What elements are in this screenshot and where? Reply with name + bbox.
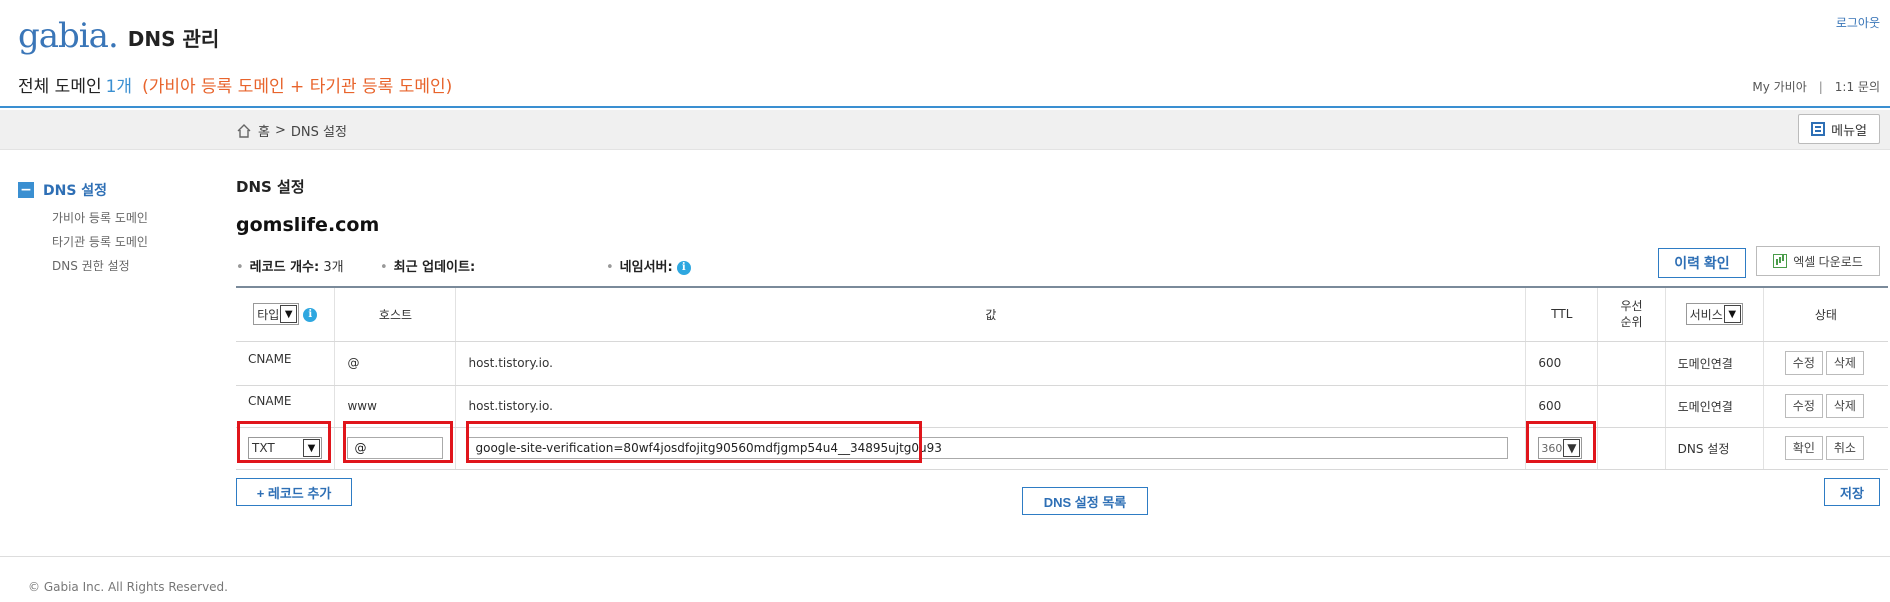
- breadcrumb-current: DNS 설정: [290, 125, 347, 140]
- domain-name: gomslife.com: [236, 214, 380, 236]
- highlight-value: [466, 421, 922, 463]
- sidebar-item-dns-permissions[interactable]: DNS 권한 설정: [52, 254, 148, 278]
- highlight-ttl: [1526, 421, 1596, 463]
- table-header-row: 타입 ▼ i 호스트 값 TTL 우선 순위 서비스 ▼ 상태: [236, 287, 1888, 342]
- record-count: 3개: [323, 260, 344, 275]
- service-filter-select[interactable]: 서비스 ▼: [1685, 303, 1743, 326]
- logout-link[interactable]: 로그아웃: [1836, 14, 1880, 31]
- col-ttl: TTL: [1525, 287, 1598, 342]
- domain-summary: 전체 도메인 1개 (가비아 등록 도메인 + 타기관 등록 도메인): [18, 77, 453, 97]
- my-gabia-link[interactable]: My 가비아: [1752, 80, 1806, 94]
- inquiry-link[interactable]: 1:1 문의: [1835, 80, 1880, 94]
- chevron-down-icon: ▼: [280, 305, 298, 324]
- sidebar-item-other-domains[interactable]: 타기관 등록 도메인: [52, 230, 148, 254]
- type-filter-select[interactable]: 타입 ▼: [253, 303, 300, 326]
- document-icon: [1811, 122, 1826, 136]
- chart-icon: [1773, 254, 1788, 268]
- info-icon[interactable]: i: [303, 308, 318, 323]
- sidebar-head-dns[interactable]: − DNS 설정: [18, 180, 107, 200]
- breadcrumb-bar: 홈 > DNS 설정 메뉴얼: [0, 110, 1890, 150]
- copyright: © Gabia Inc. All Rights Reserved.: [28, 580, 228, 594]
- col-host: 호스트: [334, 287, 456, 342]
- breadcrumb-home[interactable]: 홈: [258, 121, 270, 140]
- history-button[interactable]: 이력 확인: [1658, 248, 1746, 278]
- cancel-button[interactable]: 취소: [1825, 436, 1864, 460]
- col-status: 상태: [1762, 287, 1888, 342]
- highlight-type: [237, 421, 331, 463]
- domain-count[interactable]: 1개: [106, 77, 132, 97]
- sidebar-list: 가비아 등록 도메인 타기관 등록 도메인 DNS 권한 설정: [52, 206, 148, 278]
- page-header: gabia. DNS 관리 전체 도메인 1개 (가비아 등록 도메인 + 타기관 …: [0, 0, 1890, 108]
- breadcrumb: 홈 > DNS 설정: [236, 121, 347, 140]
- collapse-icon[interactable]: −: [18, 182, 34, 198]
- confirm-button[interactable]: 확인: [1784, 436, 1823, 460]
- manual-button[interactable]: 메뉴얼: [1798, 114, 1880, 144]
- section-title: DNS 설정: [236, 178, 305, 196]
- table-row: CNAME @ host.tistory.io. 600 도메인연결 수정 삭제: [236, 341, 1888, 386]
- delete-button[interactable]: 삭제: [1825, 394, 1864, 418]
- top-links: My 가비아 | 1:1 문의: [1752, 80, 1880, 94]
- edit-button[interactable]: 수정: [1784, 394, 1823, 418]
- add-record-button[interactable]: + 레코드 추가: [236, 478, 352, 506]
- sidebar-item-gabia-domains[interactable]: 가비아 등록 도메인: [52, 206, 148, 230]
- footer-divider: [0, 556, 1890, 557]
- app-title: DNS 관리: [127, 27, 220, 51]
- col-priority: 우선 순위: [1597, 287, 1666, 342]
- highlight-host: [343, 421, 453, 463]
- excel-download-button[interactable]: 엑셀 다운로드: [1756, 246, 1880, 276]
- chevron-down-icon: ▼: [1723, 305, 1741, 324]
- delete-button[interactable]: 삭제: [1825, 351, 1864, 375]
- save-button[interactable]: 저장: [1824, 478, 1880, 506]
- dns-list-button[interactable]: DNS 설정 목록: [1022, 487, 1148, 515]
- info-icon[interactable]: i: [676, 260, 691, 275]
- gabia-logo: gabia: [18, 16, 109, 56]
- logo[interactable]: gabia. DNS 관리: [18, 18, 219, 54]
- edit-button[interactable]: 수정: [1784, 351, 1823, 375]
- home-icon[interactable]: [236, 123, 252, 139]
- col-value: 값: [455, 287, 1526, 342]
